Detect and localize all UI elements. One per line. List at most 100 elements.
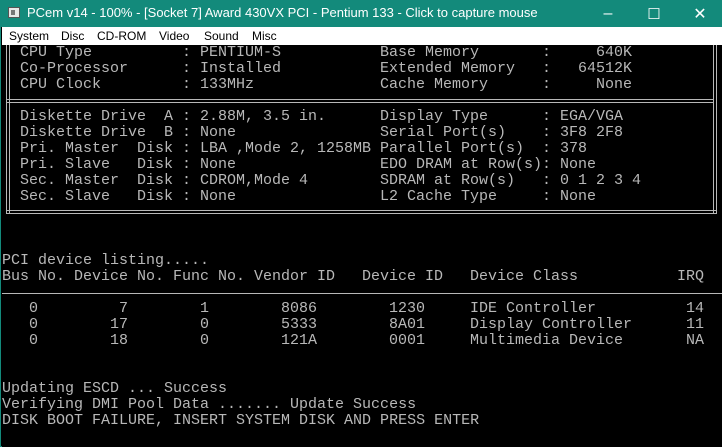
cmos-value: None xyxy=(200,188,237,205)
pci-cell: 0 xyxy=(200,332,210,349)
pci-cell: 18 xyxy=(110,332,129,349)
cmos-value: 64512K xyxy=(578,60,633,77)
cmos-label: Base Memory xyxy=(380,45,480,61)
cmos-label: Diskette Drive A xyxy=(20,108,174,125)
maximize-button[interactable]: ☐ xyxy=(631,0,677,27)
cmos-colon: : xyxy=(542,156,552,173)
cmos-value: 133MHz xyxy=(200,76,255,93)
cmos-colon: : xyxy=(182,156,192,173)
cmos-colon: : xyxy=(182,108,192,125)
menu-bar: System Disc CD-ROM Video Sound Misc xyxy=(2,27,722,45)
cmos-label: Co-Processor xyxy=(20,60,129,77)
emulator-screen[interactable]: CPU Type: PENTIUM-S Co-Processor: Installed… xyxy=(2,45,722,447)
close-button[interactable]: ✕ xyxy=(677,0,722,27)
boot-message: Verifying DMI Pool Data ....... Update S… xyxy=(2,396,417,413)
cmos-colon: : xyxy=(542,188,552,205)
pci-cell: 14 xyxy=(686,300,705,317)
pci-cell: 0 xyxy=(29,332,39,349)
cmos-value: None xyxy=(560,156,597,173)
cmos-colon: : xyxy=(182,188,192,205)
cmos-label: EDO DRAM at Row(s) xyxy=(380,156,543,173)
cmos-label: Pri. Master Disk xyxy=(20,140,174,157)
cmos-label: Display Type xyxy=(380,108,489,125)
cmos-value: 3F8 2F8 xyxy=(560,124,624,141)
pci-cell: 11 xyxy=(686,316,705,333)
pci-cell: 5333 xyxy=(281,316,318,333)
menu-disc[interactable]: Disc xyxy=(61,29,84,43)
cmos-value: None xyxy=(560,188,597,205)
cmos-label: CPU Type xyxy=(20,45,93,61)
pci-cell: 8086 xyxy=(281,300,318,317)
pci-column-header: Bus No. xyxy=(2,268,66,285)
menu-misc[interactable]: Misc xyxy=(252,29,277,43)
pci-cell: Multimedia Device xyxy=(470,332,624,349)
pci-cell: Display Controller xyxy=(470,316,633,333)
cmos-label: Pri. Slave Disk xyxy=(20,156,174,173)
cmos-value: PENTIUM-S xyxy=(200,45,282,61)
cmos-value: None xyxy=(200,124,237,141)
pci-column-header: Device ID xyxy=(362,268,444,285)
pci-cell: 17 xyxy=(110,316,129,333)
cmos-value: 2.88M, 3.5 in. xyxy=(200,108,327,125)
pci-cell: 0 xyxy=(200,316,210,333)
cmos-colon: : xyxy=(542,172,552,189)
cmos-label: Diskette Drive B xyxy=(20,124,174,141)
pci-cell: 0 xyxy=(29,316,39,333)
cmos-colon: : xyxy=(542,60,552,77)
cmos-colon: : xyxy=(542,124,552,141)
box-border-left xyxy=(6,45,10,214)
pci-column-header: Vendor ID xyxy=(254,268,336,285)
cmos-colon: : xyxy=(182,60,192,77)
pci-cell: NA xyxy=(686,332,705,349)
cmos-colon: : xyxy=(182,45,192,61)
cmos-label: Parallel Port(s) xyxy=(380,140,525,157)
cmos-label: Sec. Master Disk xyxy=(20,172,174,189)
cmos-colon: : xyxy=(182,124,192,141)
pci-column-header: Func No. xyxy=(173,268,246,285)
pci-cell: 0 xyxy=(29,300,39,317)
cmos-value: 640K xyxy=(578,45,633,61)
menu-system[interactable]: System xyxy=(9,29,49,43)
cmos-label: SDRAM at Row(s) xyxy=(380,172,516,189)
box-border-right xyxy=(713,45,717,214)
window-title: PCem v14 - 100% - [Socket 7] Award 430VX… xyxy=(27,5,538,20)
title-bar: PCem v14 - 100% - [Socket 7] Award 430VX… xyxy=(1,0,722,27)
cmos-label: L2 Cache Type xyxy=(380,188,498,205)
pci-cell: 7 xyxy=(110,300,129,317)
cmos-label: Cache Memory xyxy=(380,76,489,93)
pci-cell: IDE Controller xyxy=(470,300,597,317)
minimize-button[interactable]: – xyxy=(585,0,631,27)
cmos-colon: : xyxy=(542,45,552,61)
cmos-label: Serial Port(s) xyxy=(380,124,507,141)
pci-column-header: Device No. xyxy=(74,268,165,285)
menu-video[interactable]: Video xyxy=(159,29,189,43)
cmos-label: Sec. Slave Disk xyxy=(20,188,174,205)
cmos-value: 378 xyxy=(560,140,588,157)
cmos-value: None xyxy=(200,156,237,173)
cmos-colon: : xyxy=(182,76,192,93)
box-separator xyxy=(6,99,713,103)
pci-cell: 0001 xyxy=(389,332,426,349)
cmos-label: CPU Clock xyxy=(20,76,102,93)
cmos-value: CDROM,Mode 4 xyxy=(200,172,309,189)
cmos-value: None xyxy=(578,76,633,93)
cmos-value: EGA/VGA xyxy=(560,108,624,125)
menu-sound[interactable]: Sound xyxy=(204,29,239,43)
pci-cell: 121A xyxy=(281,332,318,349)
menu-cd-rom[interactable]: CD-ROM xyxy=(97,29,146,43)
emulator-window: PCem v14 - 100% - [Socket 7] Award 430VX… xyxy=(0,0,722,447)
pci-column-header: Device Class xyxy=(470,268,579,285)
pci-cell: 8A01 xyxy=(389,316,426,333)
pci-cell: 1 xyxy=(200,300,210,317)
cmos-colon: : xyxy=(182,140,192,157)
pci-header-underline xyxy=(2,293,722,294)
cmos-value: Installed xyxy=(200,60,282,77)
cmos-colon: : xyxy=(542,76,552,93)
cmos-colon: : xyxy=(542,108,552,125)
cmos-colon: : xyxy=(182,172,192,189)
cmos-colon: : xyxy=(542,140,552,157)
cmos-label: Extended Memory xyxy=(380,60,516,77)
box-border-bottom xyxy=(6,210,717,214)
boot-message: DISK BOOT FAILURE, INSERT SYSTEM DISK AN… xyxy=(2,412,480,429)
boot-message: Updating ESCD ... Success xyxy=(2,380,228,397)
